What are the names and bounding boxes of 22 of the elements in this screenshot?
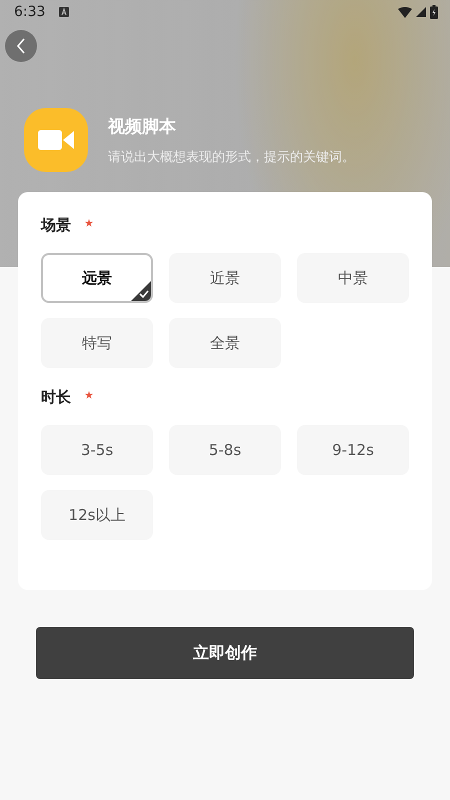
section-label: 场景 xyxy=(41,216,71,235)
option-chip[interactable]: 12s以上 xyxy=(41,490,153,540)
video-camera-app-icon xyxy=(24,108,88,172)
option-chip[interactable]: 9-12s xyxy=(297,425,409,475)
page-title: 视频脚本 xyxy=(108,116,177,138)
wifi-icon xyxy=(398,6,412,18)
option-chip[interactable]: 中景 xyxy=(297,253,409,303)
option-chip[interactable]: 特写 xyxy=(41,318,153,368)
option-chip[interactable]: 远景 xyxy=(41,253,153,303)
option-chip[interactable]: 3-5s xyxy=(41,425,153,475)
signal-icon xyxy=(416,7,426,17)
battery-icon xyxy=(430,5,438,19)
check-icon xyxy=(131,281,151,301)
option-chip[interactable]: 5-8s xyxy=(169,425,281,475)
section-label: 时长 xyxy=(41,388,71,407)
option-chip[interactable]: 全景 xyxy=(169,318,281,368)
create-button[interactable]: 立即创作 xyxy=(36,627,414,679)
status-time: 6:33 xyxy=(14,4,46,20)
notification-icon xyxy=(59,7,70,17)
back-icon xyxy=(16,38,26,54)
option-chip[interactable]: 近景 xyxy=(169,253,281,303)
page-subtitle: 请说出大概想表现的形式，提示的关键词。 xyxy=(108,148,355,166)
